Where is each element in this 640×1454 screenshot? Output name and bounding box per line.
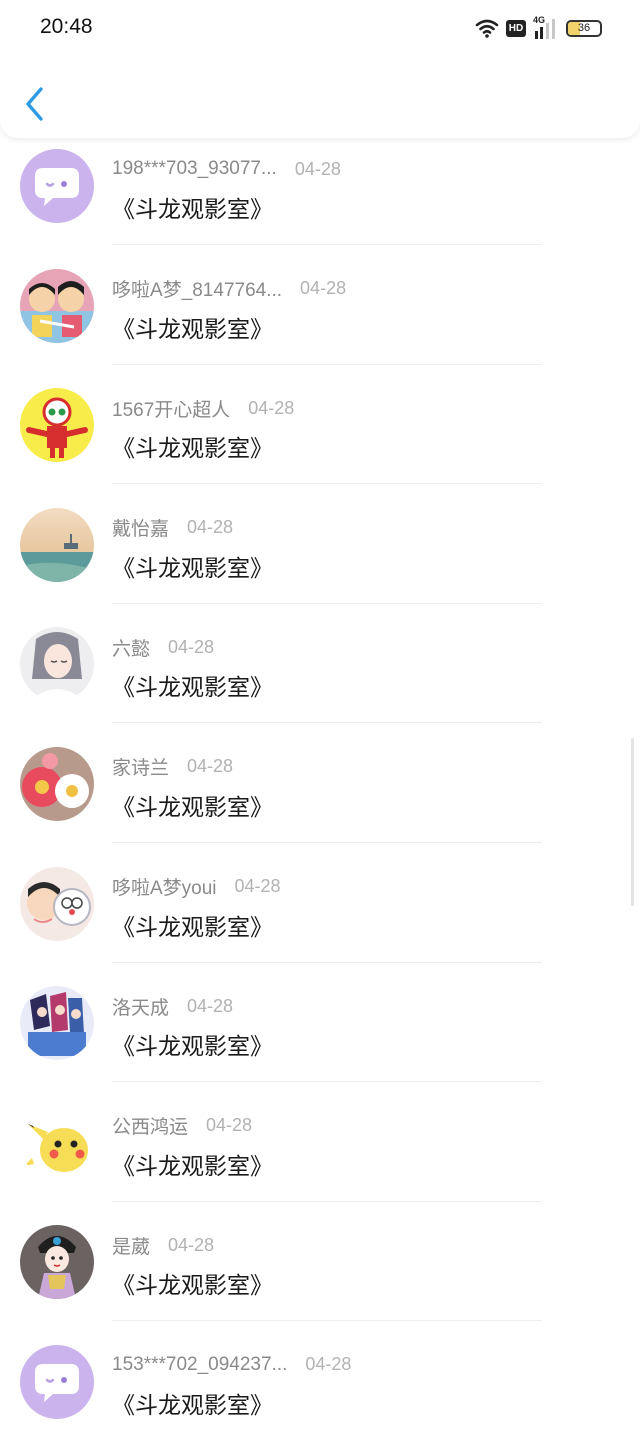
comment-item[interactable]: 1567开心超人 04-28 《斗龙观影室》: [0, 377, 640, 497]
comment-date: 04-28: [168, 1234, 215, 1255]
comment-meta: 是葳 04-28: [112, 1232, 214, 1258]
comment-date: 04-28: [234, 876, 281, 897]
comment-date: 04-28: [248, 397, 295, 418]
comment-item[interactable]: 哆啦A梦youi 04-28 《斗龙观影室》: [0, 856, 640, 976]
divider: [112, 1320, 542, 1322]
battery-icon: 36: [566, 19, 602, 37]
comment-date: 04-28: [294, 158, 341, 179]
battery-level: 36: [577, 22, 591, 34]
comment-text: 《斗龙观影室》: [112, 794, 273, 821]
comment-meta: 153***702_094237... 04-28: [112, 1352, 351, 1378]
back-button[interactable]: [22, 86, 48, 122]
avatar[interactable]: [20, 746, 94, 821]
comment-text: 《斗龙观影室》: [112, 1153, 273, 1180]
username[interactable]: 六懿: [112, 634, 150, 661]
avatar[interactable]: [20, 986, 94, 1061]
comment-text: 《斗龙观影室》: [112, 1273, 273, 1300]
wifi-icon: [475, 19, 499, 38]
comment-date: 04-28: [187, 517, 234, 538]
comment-meta: 1567开心超人 04-28: [112, 395, 294, 421]
comment-text: 《斗龙观影室》: [112, 197, 273, 223]
avatar[interactable]: [20, 1344, 94, 1419]
comment-text: 《斗龙观影室》: [112, 316, 273, 343]
divider: [112, 602, 542, 604]
avatar[interactable]: [20, 507, 94, 582]
avatar[interactable]: [20, 388, 94, 463]
avatar[interactable]: [20, 149, 94, 223]
avatar[interactable]: [20, 268, 94, 343]
comment-date: 04-28: [206, 1115, 253, 1136]
divider: [112, 483, 542, 485]
comment-text: 《斗龙观影室》: [112, 436, 273, 463]
comment-meta: 198***703_93077... 04-28: [112, 156, 341, 182]
username[interactable]: 公西鸿运: [112, 1112, 188, 1139]
username[interactable]: 哆啦A梦youi: [112, 873, 217, 900]
divider: [112, 1081, 542, 1083]
username[interactable]: 戴怡嘉: [112, 514, 169, 541]
comment-meta: 戴怡嘉 04-28: [112, 515, 233, 541]
username[interactable]: 是葳: [112, 1232, 150, 1259]
comment-item[interactable]: 家诗兰 04-28 《斗龙观影室》: [0, 736, 640, 856]
divider: [112, 722, 542, 724]
avatar[interactable]: [20, 1105, 94, 1180]
comment-meta: 公西鸿运 04-28: [112, 1113, 252, 1139]
status-time: 20:48: [40, 15, 93, 38]
comment-date: 04-28: [300, 278, 347, 299]
comment-item[interactable]: 是葳 04-28 《斗龙观影室》: [0, 1214, 640, 1334]
chevron-left-icon: [26, 87, 43, 121]
username[interactable]: 198***703_93077...: [112, 158, 277, 180]
comment-meta: 哆啦A梦_8147764... 04-28: [112, 276, 346, 302]
comment-text: 《斗龙观影室》: [112, 555, 273, 582]
comment-date: 04-28: [305, 1354, 352, 1375]
comment-meta: 洛天成 04-28: [112, 993, 233, 1019]
comment-item[interactable]: 153***702_094237... 04-28 《斗龙观影室》: [0, 1334, 640, 1454]
comment-meta: 哆啦A梦youi 04-28: [112, 874, 281, 900]
comment-item[interactable]: 洛天成 04-28 《斗龙观影室》: [0, 975, 640, 1095]
comment-item[interactable]: 哆啦A梦_8147764... 04-28 《斗龙观影室》: [0, 258, 640, 378]
comment-item[interactable]: 198***703_93077... 04-28 《斗龙观影室》: [0, 138, 640, 258]
status-icons: HD 4G 36: [475, 15, 602, 41]
comment-item[interactable]: 六懿 04-28 《斗龙观影室》: [0, 616, 640, 736]
signal-icon: 4G: [533, 15, 559, 39]
comment-text: 《斗龙观影室》: [112, 1034, 273, 1061]
username[interactable]: 153***702_094237...: [112, 1354, 287, 1376]
username[interactable]: 哆啦A梦_8147764...: [112, 275, 282, 302]
comment-text: 《斗龙观影室》: [112, 675, 273, 702]
divider: [112, 841, 542, 843]
comment-list: 198***703_93077... 04-28 《斗龙观影室》 哆啦A梦_81477…: [0, 138, 640, 1454]
hd-icon: HD: [506, 19, 526, 37]
comment-item[interactable]: 公西鸿运 04-28 《斗龙观影室》: [0, 1095, 640, 1215]
top-header: 20:48 HD 4G 36: [0, 0, 640, 138]
network-type-label: 4G: [533, 15, 546, 25]
divider: [112, 363, 542, 365]
comment-date: 04-28: [168, 636, 215, 657]
comment-item[interactable]: 戴怡嘉 04-28 《斗龙观影室》: [0, 497, 640, 617]
avatar[interactable]: [20, 866, 94, 941]
comment-date: 04-28: [187, 995, 234, 1016]
divider: [112, 244, 542, 245]
status-bar: 20:48 HD 4G 36: [0, 0, 640, 58]
comment-text: 《斗龙观影室》: [112, 1392, 273, 1419]
divider: [112, 961, 542, 963]
comment-meta: 六懿 04-28: [112, 634, 214, 660]
divider: [112, 1200, 542, 1202]
avatar[interactable]: [20, 627, 94, 702]
comment-text: 《斗龙观影室》: [112, 914, 273, 941]
comment-meta: 家诗兰 04-28: [112, 754, 233, 780]
username[interactable]: 1567开心超人: [112, 395, 230, 422]
username[interactable]: 家诗兰: [112, 753, 169, 780]
avatar[interactable]: [20, 1225, 94, 1300]
username[interactable]: 洛天成: [112, 993, 169, 1020]
scroll-indicator[interactable]: [631, 738, 634, 906]
comment-date: 04-28: [187, 756, 234, 777]
